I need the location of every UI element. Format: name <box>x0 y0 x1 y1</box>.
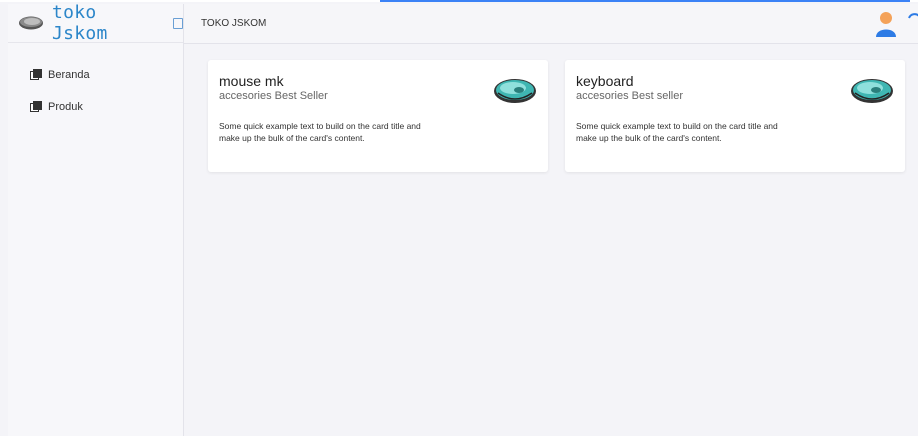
mouse-icon <box>492 75 538 112</box>
loading-spinner-icon <box>906 10 918 29</box>
top-header: TOKO JSKOM <box>184 4 918 44</box>
page-title: TOKO JSKOM <box>201 18 267 29</box>
sidebar: toko Jskom Beranda Produk <box>8 2 184 436</box>
sidebar-item-beranda[interactable]: Beranda <box>8 59 183 91</box>
copy-icon <box>30 101 42 113</box>
product-card[interactable]: mouse mk accesories Best Seller Some qui… <box>208 60 548 172</box>
sidebar-menu: Beranda Produk <box>8 43 183 123</box>
sidebar-toggle-icon[interactable] <box>173 17 183 29</box>
card-subtitle: accesories Best Seller <box>219 90 328 102</box>
card-text: Some quick example text to build on the … <box>219 121 421 143</box>
user-avatar-icon[interactable] <box>874 11 898 42</box>
mouse-icon <box>18 15 44 31</box>
mouse-icon <box>849 75 895 112</box>
card-subtitle: accesories Best seller <box>576 90 683 102</box>
card-title: keyboard <box>576 73 634 89</box>
brand-title: toko Jskom <box>52 2 108 44</box>
sidebar-item-label: Produk <box>48 101 83 113</box>
loading-bar <box>380 0 910 2</box>
sidebar-item-label: Beranda <box>48 69 90 81</box>
product-card[interactable]: keyboard accesories Best seller Some qui… <box>565 60 905 172</box>
card-text: Some quick example text to build on the … <box>576 121 778 143</box>
copy-icon <box>30 69 42 81</box>
sidebar-item-produk[interactable]: Produk <box>8 91 183 123</box>
card-title: mouse mk <box>219 73 284 89</box>
brand[interactable]: toko Jskom <box>8 2 183 44</box>
